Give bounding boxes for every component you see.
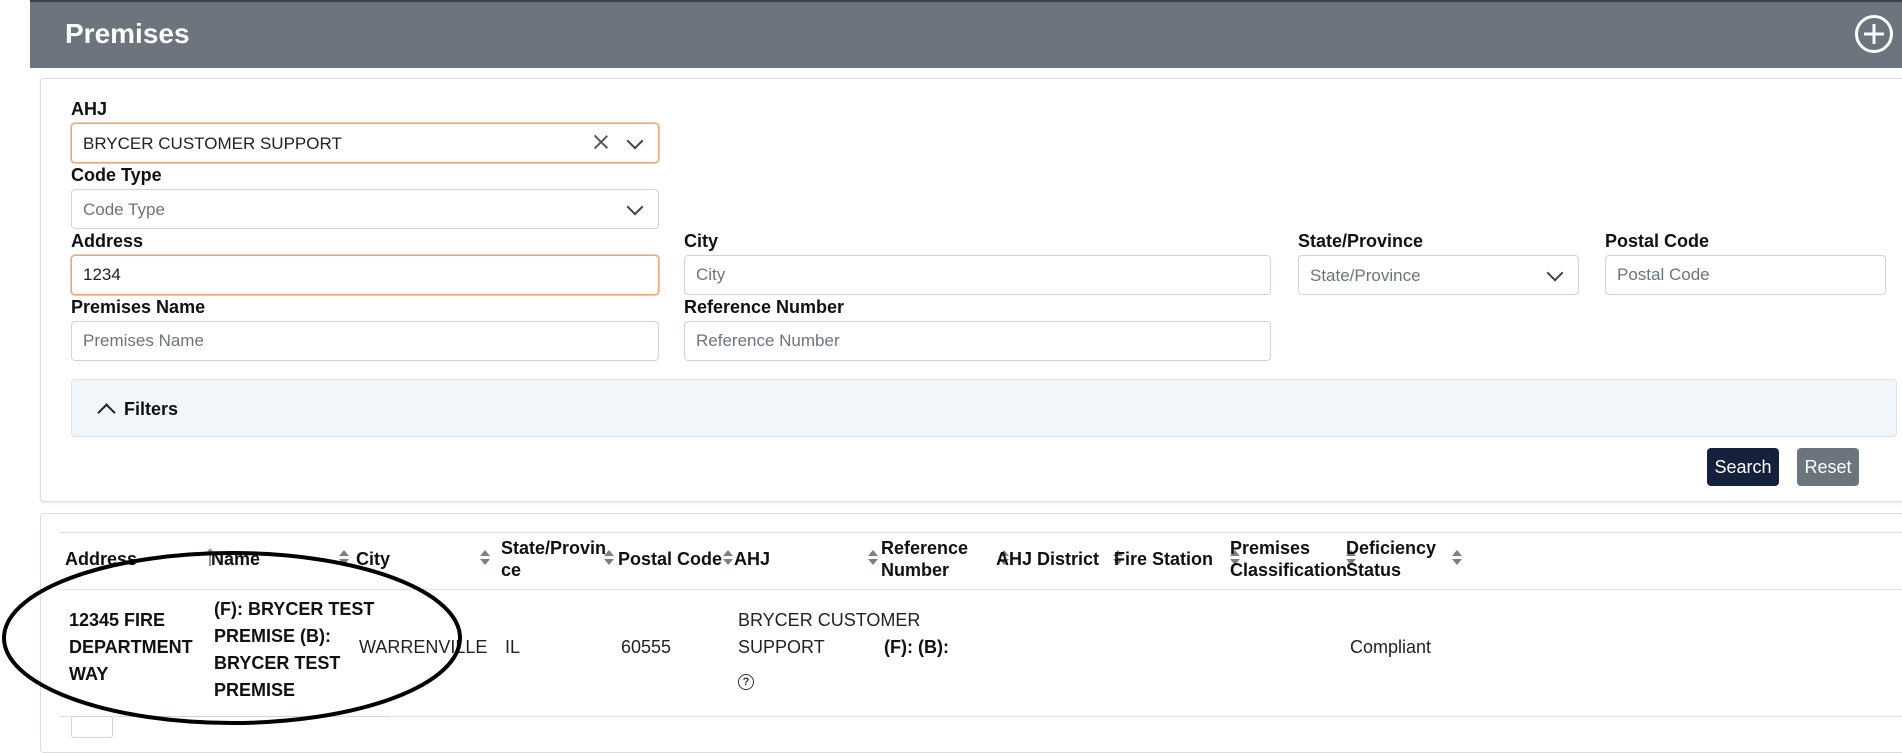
plus-circle-icon[interactable] bbox=[1855, 15, 1893, 53]
ahj-selected-value: BRYCER CUSTOMER SUPPORT bbox=[83, 134, 342, 153]
search-filter-card: AHJ BRYCER CUSTOMER SUPPORT Code Type Co… bbox=[40, 78, 1902, 502]
filters-toggle[interactable]: Filters bbox=[71, 379, 1897, 437]
city-input[interactable] bbox=[685, 256, 1270, 294]
premises-name-input[interactable] bbox=[72, 322, 658, 360]
results-table: Address Name City State/Provin ce Postal… bbox=[59, 532, 1902, 717]
address-input[interactable] bbox=[72, 256, 658, 294]
column-header-name[interactable]: Name bbox=[211, 533, 349, 585]
sort-icon bbox=[339, 550, 349, 566]
column-header-ahj[interactable]: AHJ bbox=[734, 533, 879, 585]
search-button[interactable]: Search bbox=[1707, 448, 1779, 486]
column-header-reference-number[interactable]: Reference Number bbox=[881, 533, 1011, 585]
state-select[interactable]: State/Province bbox=[1298, 255, 1579, 295]
code-type-placeholder: Code Type bbox=[83, 200, 165, 219]
sort-icon bbox=[1452, 550, 1462, 566]
cell-postal-code: 60555 bbox=[621, 637, 672, 657]
cell-deficiency-status: Compliant bbox=[1350, 637, 1432, 657]
cell-name: (F): BRYCER TEST PREMISE (B): BRYCER TES… bbox=[214, 599, 375, 700]
state-label: State/Province bbox=[1298, 231, 1424, 251]
address-field[interactable] bbox=[71, 255, 659, 295]
reset-button[interactable]: Reset bbox=[1797, 448, 1859, 486]
reference-number-field[interactable] bbox=[684, 321, 1271, 361]
table-row[interactable]: 12345 FIRE DEPARTMENT WAY (F): BRYCER TE… bbox=[59, 589, 1902, 717]
code-type-select[interactable]: Code Type bbox=[71, 189, 659, 229]
premises-name-label: Premises Name bbox=[71, 297, 206, 317]
state-placeholder: State/Province bbox=[1310, 266, 1421, 285]
reference-number-label: Reference Number bbox=[684, 297, 845, 317]
cell-state: IL bbox=[505, 637, 521, 657]
chevron-down-icon bbox=[1546, 264, 1564, 282]
chevron-up-icon bbox=[97, 403, 116, 422]
postal-code-field[interactable] bbox=[1605, 255, 1886, 295]
cell-reference-number: (F): (B): bbox=[884, 637, 949, 657]
chevron-down-icon bbox=[626, 132, 644, 150]
page-title: Premises bbox=[65, 18, 190, 49]
filters-label: Filters bbox=[124, 399, 179, 419]
sort-icon bbox=[604, 550, 614, 566]
column-header-fire-station[interactable]: Fire Station bbox=[1114, 533, 1244, 585]
cell-address: 12345 FIRE DEPARTMENT WAY bbox=[69, 610, 193, 684]
results-card: Address Name City State/Provin ce Postal… bbox=[40, 513, 1902, 753]
column-header-address[interactable]: Address bbox=[65, 533, 215, 585]
premises-name-field[interactable] bbox=[71, 321, 659, 361]
city-label: City bbox=[684, 231, 719, 251]
sort-icon bbox=[868, 550, 878, 566]
column-header-premises-classification[interactable]: Premises Classification bbox=[1230, 533, 1360, 585]
question-circle-icon[interactable]: ? bbox=[738, 674, 754, 690]
code-type-label: Code Type bbox=[71, 165, 162, 185]
address-label: Address bbox=[71, 231, 144, 251]
chevron-down-icon bbox=[626, 198, 644, 216]
column-header-city[interactable]: City bbox=[356, 533, 494, 585]
pagination-control[interactable] bbox=[71, 716, 113, 738]
ahj-label: AHJ bbox=[71, 99, 108, 119]
cell-city: WARRENVILLE bbox=[359, 637, 488, 657]
column-header-deficiency-status[interactable]: Deficiency Status bbox=[1346, 533, 1476, 585]
reference-number-input[interactable] bbox=[685, 322, 1270, 360]
ahj-select[interactable]: BRYCER CUSTOMER SUPPORT bbox=[71, 123, 659, 163]
column-header-ahj-district[interactable]: AHJ District bbox=[996, 533, 1126, 585]
sort-icon bbox=[480, 550, 490, 566]
page-header: Premises bbox=[30, 0, 1902, 68]
sort-icon bbox=[723, 550, 733, 566]
clear-icon[interactable] bbox=[592, 133, 610, 151]
postal-code-input[interactable] bbox=[1606, 256, 1885, 294]
city-field[interactable] bbox=[684, 255, 1271, 295]
postal-code-label: Postal Code bbox=[1605, 231, 1710, 251]
